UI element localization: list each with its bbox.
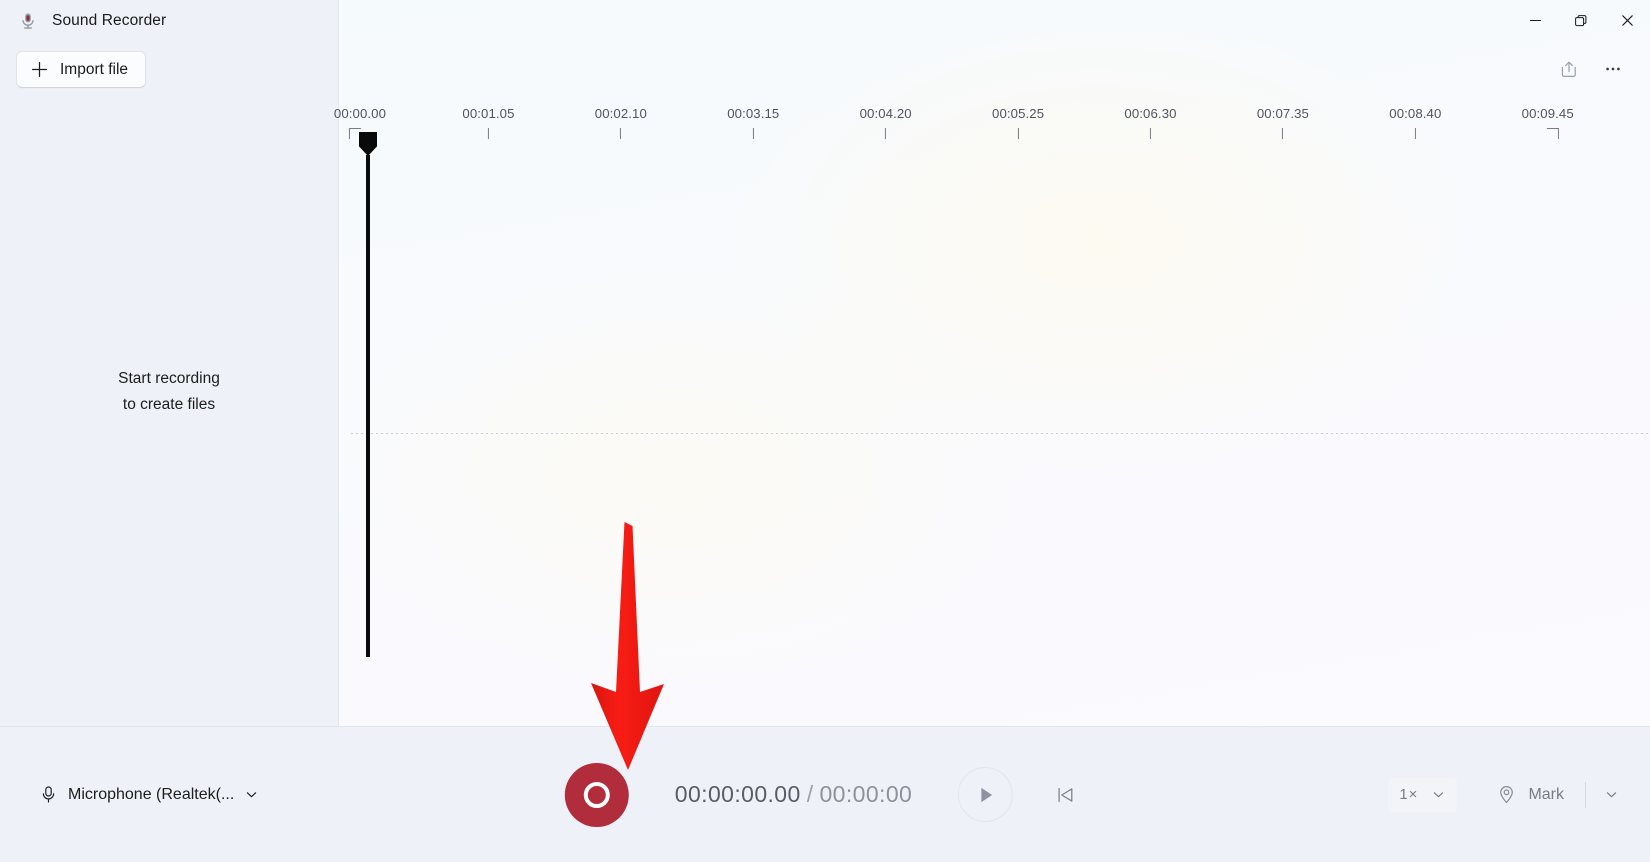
import-file-button[interactable]: Import file — [16, 51, 147, 88]
empty-state-line-2: to create files — [122, 396, 216, 413]
mark-divider — [1585, 781, 1586, 808]
ruler-tick-label: 00:09.45 — [1521, 106, 1574, 121]
microphone-selector[interactable]: Microphone (Realtek(... — [31, 779, 267, 810]
ruler-tick-mark — [1282, 128, 1284, 139]
ruler-tick-label: 00:03.15 — [727, 106, 780, 121]
window-body: Sound Recorder Import file Start recordi… — [0, 0, 1650, 726]
sound-recorder-window: Sound Recorder Import file Start recordi… — [0, 0, 1650, 862]
time-display: 00:00:00.00/00:00:00 — [675, 781, 912, 808]
ruler-tick: 00:04.20 — [860, 106, 912, 139]
ruler-tick-label: 00:04.20 — [859, 106, 912, 121]
microphone-icon — [22, 12, 34, 29]
restore-icon — [1575, 14, 1587, 26]
mark-options-button[interactable] — [1594, 778, 1628, 812]
ruler-tick: 00:06.30 — [1124, 106, 1176, 139]
ruler-tick-mark — [487, 128, 489, 139]
ruler-tick: 00:08.40 — [1389, 106, 1441, 139]
elapsed-time: 00:00:00.00 — [674, 781, 801, 807]
chevron-down-icon — [247, 792, 257, 798]
ruler-tick-mark — [620, 128, 622, 139]
playhead[interactable] — [359, 132, 377, 657]
app-title: Sound Recorder — [52, 11, 167, 29]
command-bar — [339, 41, 1650, 96]
app-titlebar: Sound Recorder — [0, 0, 338, 41]
ruler-tick-mark — [1149, 128, 1151, 139]
main-panel: 00:00.00 00:01.05 00:02.10 00:03.15 00:04.20… — [334, 0, 1650, 726]
waveform-centerline — [351, 433, 1650, 434]
ruler-tick-label: 00:08.40 — [1389, 106, 1442, 121]
transport-bar: Microphone (Realtek(... 00:00:00.00/00:0… — [0, 726, 1650, 862]
plus-icon — [31, 61, 48, 78]
more-options-icon — [1606, 67, 1620, 70]
ruler-tick-label: 00:00.00 — [333, 106, 387, 121]
maximize-button[interactable] — [1558, 0, 1604, 41]
ruler-tick-label: 00:02.10 — [594, 106, 647, 121]
record-button[interactable] — [564, 762, 629, 827]
ruler-tick-mark — [885, 128, 887, 139]
ruler-tick-label: 00:05.25 — [992, 106, 1045, 121]
playhead-line — [366, 155, 370, 657]
import-file-label: Import file — [60, 60, 129, 78]
ruler-tick-mark — [1017, 128, 1019, 139]
minimize-icon — [1529, 19, 1541, 22]
total-time: 00:00:00 — [819, 781, 913, 807]
chevron-down-icon — [1606, 792, 1616, 798]
playback-speed-button[interactable]: 1× — [1388, 777, 1458, 812]
ruler-tick-mark — [752, 128, 754, 139]
ruler-tick: 00:05.25 — [992, 106, 1044, 139]
time-separator: / — [806, 781, 814, 807]
minimize-button[interactable] — [1512, 0, 1558, 41]
playhead-handle[interactable] — [359, 132, 377, 156]
chevron-down-icon — [1434, 792, 1444, 798]
ruler-tick-label: 00:06.30 — [1124, 106, 1177, 121]
mark-label: Mark — [1528, 785, 1564, 803]
transport-controls: 00:00:00.00/00:00:00 — [564, 762, 1085, 827]
import-file-area: Import file — [0, 41, 338, 88]
playback-speed-value: 1× — [1399, 786, 1419, 803]
location-pin-icon — [1500, 785, 1514, 804]
share-icon — [1561, 61, 1576, 77]
play-button[interactable] — [958, 767, 1014, 822]
microphone-label: Microphone (Realtek(... — [68, 785, 235, 803]
play-icon — [981, 787, 993, 802]
ruler-tick-mark — [1547, 128, 1560, 139]
skip-to-start-button[interactable] — [1047, 776, 1085, 814]
empty-state-line-1: Start recording — [118, 370, 220, 388]
ruler-tick: 00:09.45 — [1522, 106, 1574, 139]
sidebar: Sound Recorder Import file Start recordi… — [0, 0, 339, 726]
record-icon — [583, 781, 610, 808]
playback-options: 1× Mark — [1388, 776, 1650, 814]
share-button[interactable] — [1552, 54, 1586, 84]
ruler-tick: 00:03.15 — [727, 106, 779, 139]
ruler-tick-mark — [1414, 128, 1416, 139]
ruler-tick: 00:02.10 — [595, 106, 647, 139]
window-controls — [339, 0, 1650, 41]
more-options-button[interactable] — [1596, 54, 1630, 84]
mark-button[interactable]: Mark — [1483, 776, 1577, 814]
close-icon — [1621, 15, 1633, 26]
waveform-timeline[interactable]: 00:00.00 00:01.05 00:02.10 00:03.15 00:04.20… — [334, 96, 1650, 726]
close-button[interactable] — [1604, 0, 1650, 41]
microphone-icon — [42, 786, 55, 803]
skip-to-start-icon — [1058, 787, 1073, 802]
ruler-tick-label: 00:01.05 — [462, 106, 515, 121]
ruler-tick-label: 00:07.35 — [1256, 106, 1309, 121]
time-ruler: 00:00.00 00:01.05 00:02.10 00:03.15 00:04.20… — [334, 106, 1650, 154]
ruler-tick: 00:01.05 — [462, 106, 514, 139]
ruler-tick: 00:07.35 — [1257, 106, 1309, 139]
empty-state: Start recording to create files — [0, 88, 338, 726]
